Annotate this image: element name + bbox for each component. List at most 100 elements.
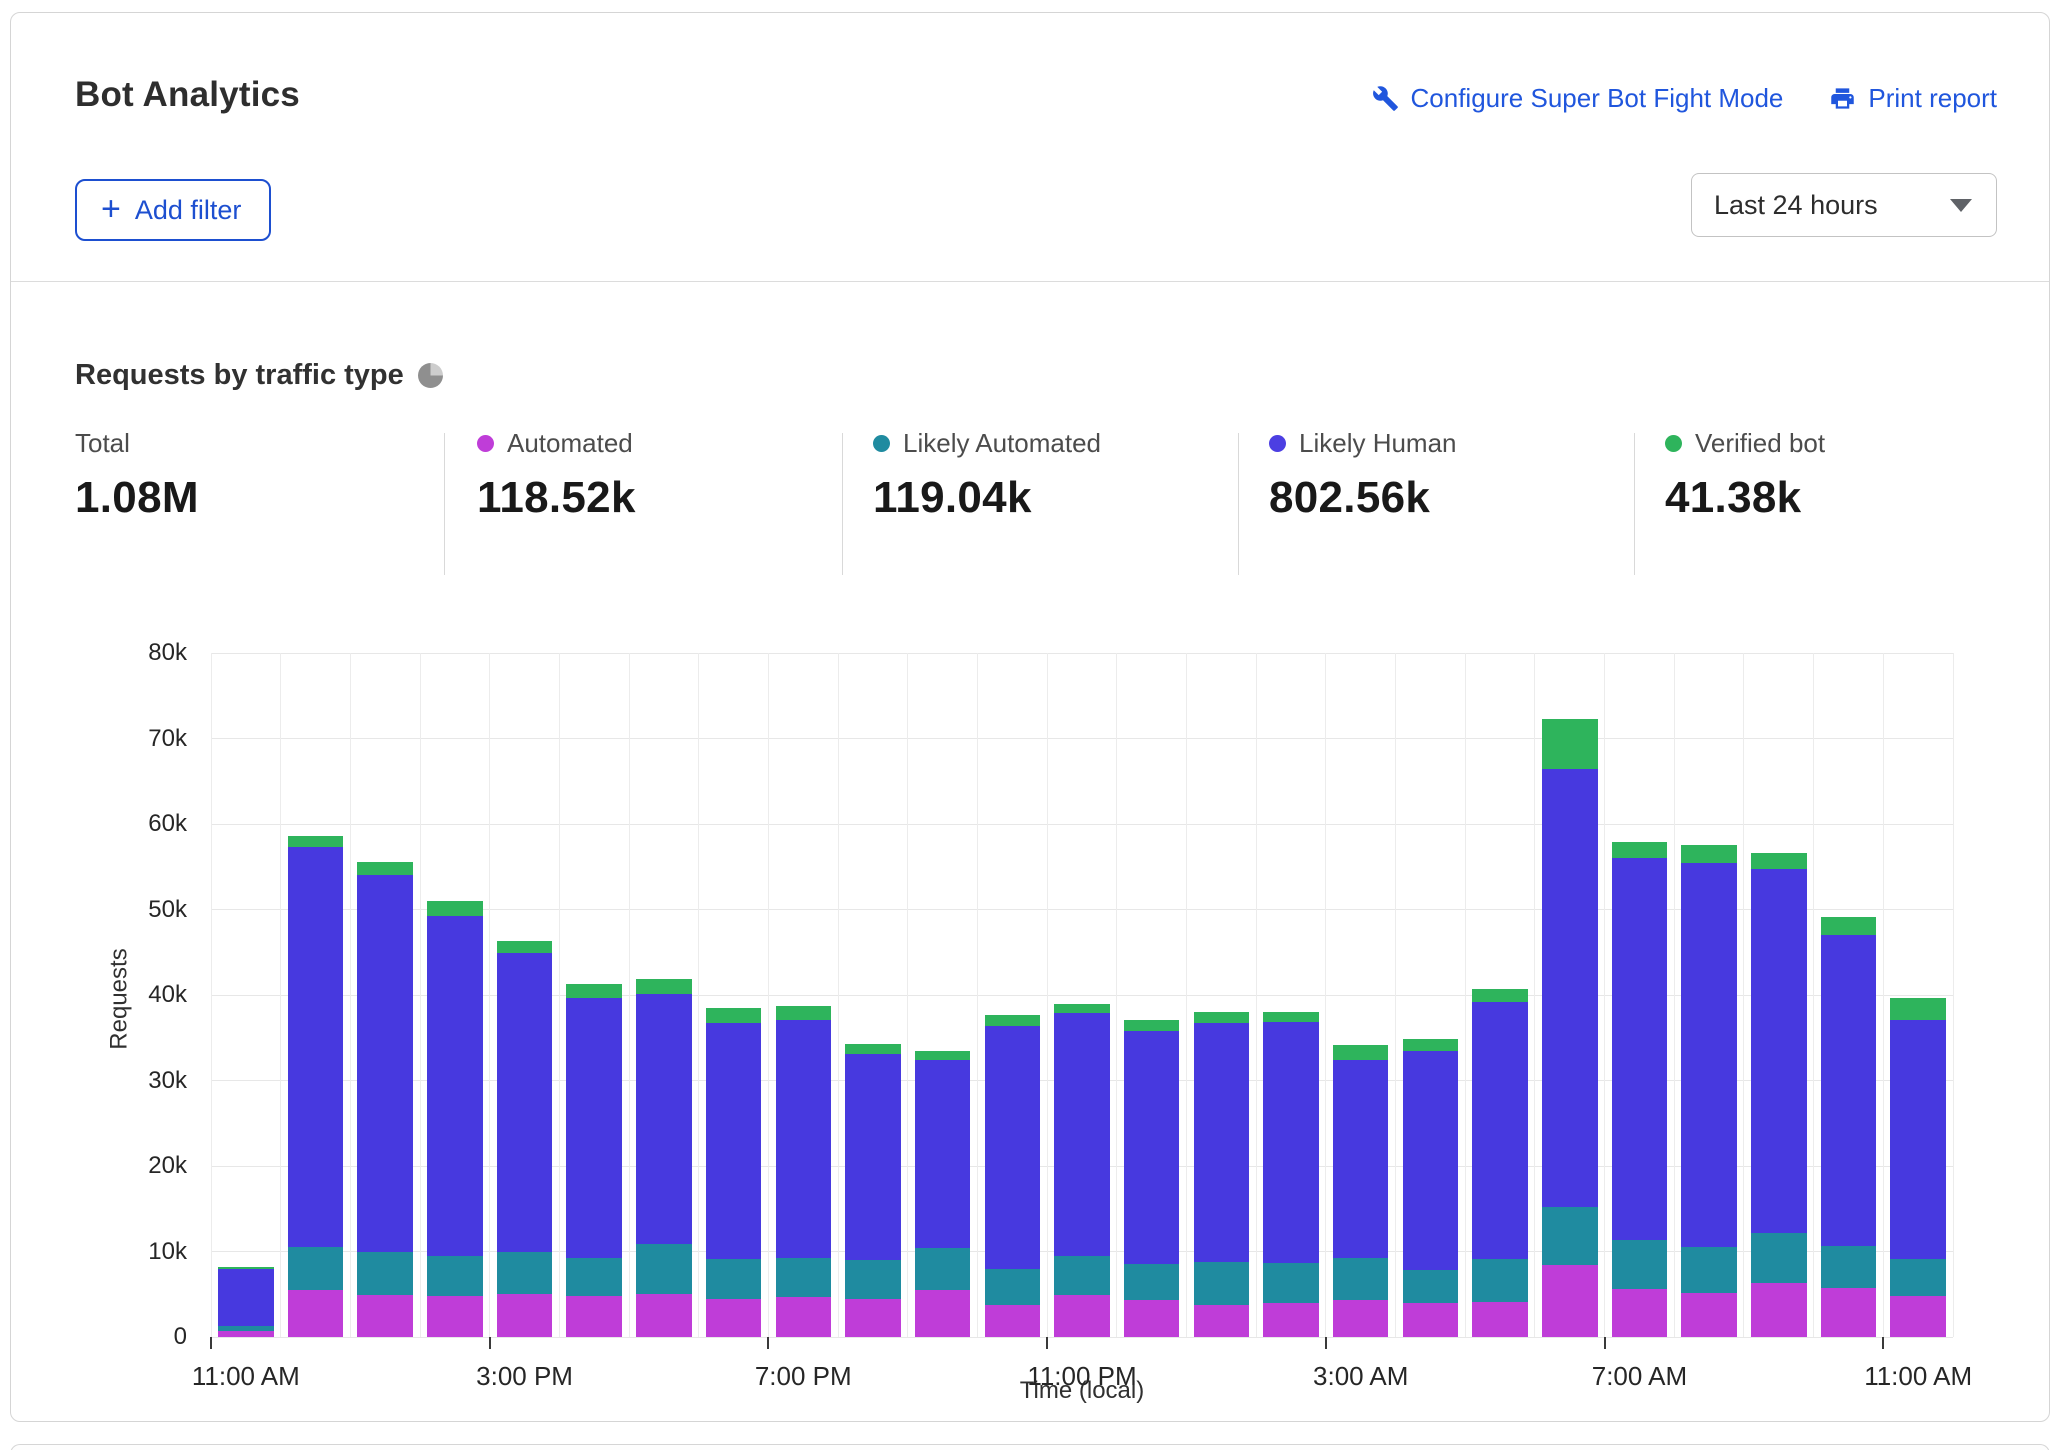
segment-verified-bot [1612,842,1668,858]
x-axis-tick [767,1337,769,1349]
stat-divider [444,433,445,575]
segment-likely-human [288,847,344,1247]
time-range-select[interactable]: Last 24 hours [1691,173,1997,237]
bar-0-11-00-am[interactable] [218,1267,274,1337]
segment-likely-automated [1403,1270,1459,1302]
bar-9-8-00-pm[interactable] [845,1044,901,1337]
bar-7-6-00-pm[interactable] [706,1008,762,1337]
bar-5-4-00-pm[interactable] [566,984,622,1337]
stat-likely-human[interactable]: Likely Human802.56k [1269,427,1457,523]
bar-16-3-00-am[interactable] [1333,1045,1389,1337]
segment-likely-automated [288,1247,344,1290]
segment-likely-human [706,1023,762,1259]
gridline-vertical [1953,653,1954,1337]
segment-verified-bot [1890,998,1946,1020]
segment-likely-automated [636,1244,692,1294]
time-range-value: Last 24 hours [1714,190,1878,221]
segment-automated [1263,1303,1319,1337]
bar-21-8-00-am[interactable] [1681,845,1737,1337]
stat-likely-automated[interactable]: Likely Automated 119.04k [873,427,1101,523]
segment-likely-automated [1612,1240,1668,1289]
segment-likely-human [845,1054,901,1260]
print-link-label: Print report [1868,83,1997,114]
segment-verified-bot [1681,845,1737,863]
stat-label-row: Likely Automated [873,427,1101,459]
stat-value: 802.56k [1269,473,1457,523]
gridline-vertical [559,653,560,1337]
bar-18-5-00-am[interactable] [1472,989,1528,1337]
stat-divider [1634,433,1635,575]
stat-total[interactable]: Total1.08M [75,427,199,523]
legend-dot-icon [1269,435,1286,452]
bar-19-6-00-am[interactable] [1542,719,1598,1337]
segment-verified-bot [1542,719,1598,769]
pie-chart-icon[interactable] [418,363,443,388]
bar-12-11-00-pm[interactable] [1054,1004,1110,1337]
segment-likely-human [1681,863,1737,1247]
gridline-vertical [1256,653,1257,1337]
x-axis-tick [1325,1337,1327,1349]
segment-automated [706,1299,762,1337]
segment-likely-human [1472,1002,1528,1259]
segment-automated [845,1299,901,1337]
stat-automated[interactable]: Automated118.52k [477,427,636,523]
segment-verified-bot [915,1051,971,1060]
x-axis-tick [489,1337,491,1349]
gridline-vertical [907,653,908,1337]
stat-value: 119.04k [873,473,1101,523]
page-title: Bot Analytics [75,75,300,115]
gridline-horizontal [211,738,1953,739]
bar-11-10-00-pm[interactable] [985,1015,1041,1337]
bar-4-3-00-pm[interactable] [497,941,553,1337]
bar-15-2-00-am[interactable] [1263,1012,1319,1337]
gridline-vertical [977,653,978,1337]
segment-verified-bot [357,862,413,876]
segment-automated [1333,1300,1389,1337]
segment-likely-automated [706,1259,762,1299]
segment-verified-bot [845,1044,901,1054]
bar-17-4-00-am[interactable] [1403,1039,1459,1337]
segment-automated [1403,1303,1459,1337]
plot-area [211,653,1953,1337]
bar-23-10-00-am[interactable] [1821,917,1877,1337]
add-filter-button[interactable]: + Add filter [75,179,271,241]
segment-verified-bot [1403,1039,1459,1051]
x-axis-tick-label: 7:00 PM [755,1361,852,1392]
bar-20-7-00-am[interactable] [1612,842,1668,1337]
segment-likely-automated [1333,1258,1389,1300]
configure-super-bot-fight-mode-link[interactable]: Configure Super Bot Fight Mode [1372,83,1784,114]
segment-likely-human [915,1060,971,1248]
x-axis-tick-label: 7:00 AM [1592,1361,1687,1392]
segment-likely-human [1751,869,1807,1232]
segment-likely-human [985,1026,1041,1270]
x-axis-tick-label: 3:00 AM [1313,1361,1408,1392]
requests-chart: Requests Time (local) 010k20k30k40k50k60… [11,613,2049,1413]
bar-24-11-00-am[interactable] [1890,998,1946,1337]
bar-6-5-00-pm[interactable] [636,979,692,1337]
bar-14-1-00-am[interactable] [1194,1012,1250,1337]
segment-verified-bot [1263,1012,1319,1022]
bar-22-9-00-am[interactable] [1751,853,1807,1337]
y-axis-tick-label: 40k [67,982,187,1008]
bar-3-2-00-pm[interactable] [427,901,483,1337]
gridline-vertical [1813,653,1814,1337]
bar-8-7-00-pm[interactable] [776,1006,832,1337]
segment-automated [1194,1305,1250,1337]
traffic-type-stats: Total1.08M Automated118.52k Likely Automat… [11,427,2049,577]
segment-likely-human [566,998,622,1259]
gridline-vertical [1047,653,1048,1337]
y-axis-tick-label: 0 [67,1324,187,1350]
stat-value: 1.08M [75,473,199,523]
stat-verified-bot[interactable]: Verified bot41.38k [1665,427,1825,523]
bar-13-12-00-am[interactable] [1124,1020,1180,1337]
x-axis-tick-label: 11:00 PM [1027,1361,1136,1392]
bar-1-12-00-pm[interactable] [288,836,344,1337]
chevron-down-icon [1950,199,1972,212]
segment-likely-automated [1124,1264,1180,1301]
bar-2-1-00-pm[interactable] [357,862,413,1337]
bar-10-9-00-pm[interactable] [915,1051,971,1337]
print-report-link[interactable]: Print report [1829,83,1997,114]
section-title-text: Requests by traffic type [75,359,404,392]
next-card-edge [10,1444,2050,1450]
y-axis-tick-label: 50k [67,897,187,923]
